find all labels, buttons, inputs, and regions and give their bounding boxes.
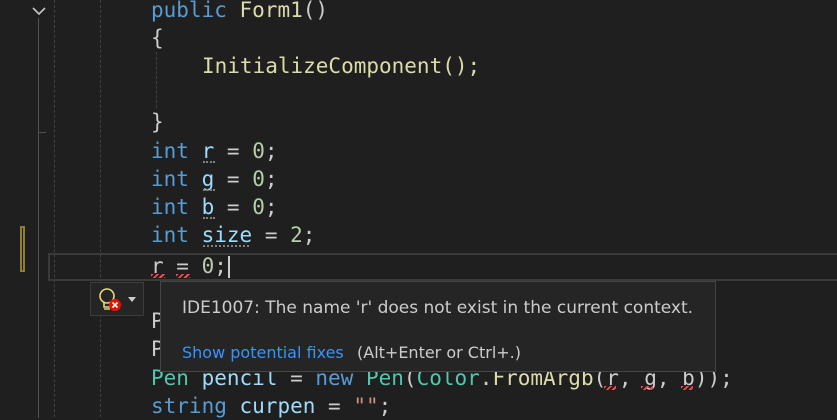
hint-dots <box>203 158 215 163</box>
shortcut-hint: (Alt+Enter or Ctrl+.) <box>357 343 521 362</box>
keyword: string <box>151 394 227 418</box>
number: 0 <box>252 195 265 219</box>
hint-dots <box>203 214 215 219</box>
dropdown-arrow-icon[interactable] <box>127 296 137 304</box>
error-squiggle <box>604 386 616 390</box>
keyword: public <box>151 0 227 22</box>
keyword: int <box>151 195 189 219</box>
hint-dots <box>203 242 249 247</box>
number: 0 <box>201 254 215 278</box>
diagnostic-message: IDE1007: The name 'r' does not exist in … <box>182 298 694 318</box>
variable: curpen <box>239 394 316 418</box>
indent-guide <box>54 0 55 417</box>
indent-guide <box>156 52 157 108</box>
fold-end-marker <box>38 132 46 133</box>
semicolon: ; <box>264 139 278 163</box>
lightbulb-error-icon <box>99 288 121 311</box>
operator: = <box>252 223 291 247</box>
error-squiggle <box>681 386 693 390</box>
semicolon: ; <box>302 223 316 247</box>
number: 2 <box>290 223 303 247</box>
code-line-curpen[interactable]: string curpen = ""; <box>151 392 391 420</box>
operator: = <box>214 195 253 219</box>
text-caret <box>228 256 230 278</box>
error-squiggle <box>151 274 165 278</box>
semicolon: ; <box>378 394 392 418</box>
code-line-close-brace[interactable]: } <box>151 108 164 136</box>
show-potential-fixes-link[interactable]: Show potential fixes <box>182 343 344 362</box>
semicolon: ; <box>264 195 278 219</box>
keyword: int <box>151 167 189 191</box>
gutter-line <box>38 18 39 418</box>
error-squiggle <box>176 274 190 278</box>
operator: = <box>214 167 253 191</box>
chevron-down-icon[interactable] <box>30 4 48 18</box>
operator: = <box>315 394 354 418</box>
keyword: int <box>151 139 189 163</box>
change-marker <box>20 226 25 272</box>
parens: () <box>302 0 329 22</box>
method-name: Form1 <box>239 0 303 22</box>
indent-guide <box>100 0 101 417</box>
hint-dots <box>203 186 215 191</box>
semicolon: ; <box>214 254 227 278</box>
error-squiggle <box>641 386 653 390</box>
quick-actions-button[interactable] <box>90 282 144 316</box>
method-call: InitializeComponent(); <box>202 54 481 78</box>
code-line-open-brace[interactable]: { <box>151 24 164 52</box>
semicolon: ; <box>264 167 278 191</box>
diagnostic-tooltip: IDE1007: The name 'r' does not exist in … <box>160 281 716 372</box>
number: 0 <box>252 167 265 191</box>
code-line-constructor[interactable]: public Form1() <box>151 0 328 24</box>
keyword: int <box>151 223 189 247</box>
operator: = <box>214 139 253 163</box>
number: 0 <box>252 139 265 163</box>
string-literal: "" <box>353 394 379 418</box>
code-line-init[interactable]: InitializeComponent(); <box>202 52 480 80</box>
